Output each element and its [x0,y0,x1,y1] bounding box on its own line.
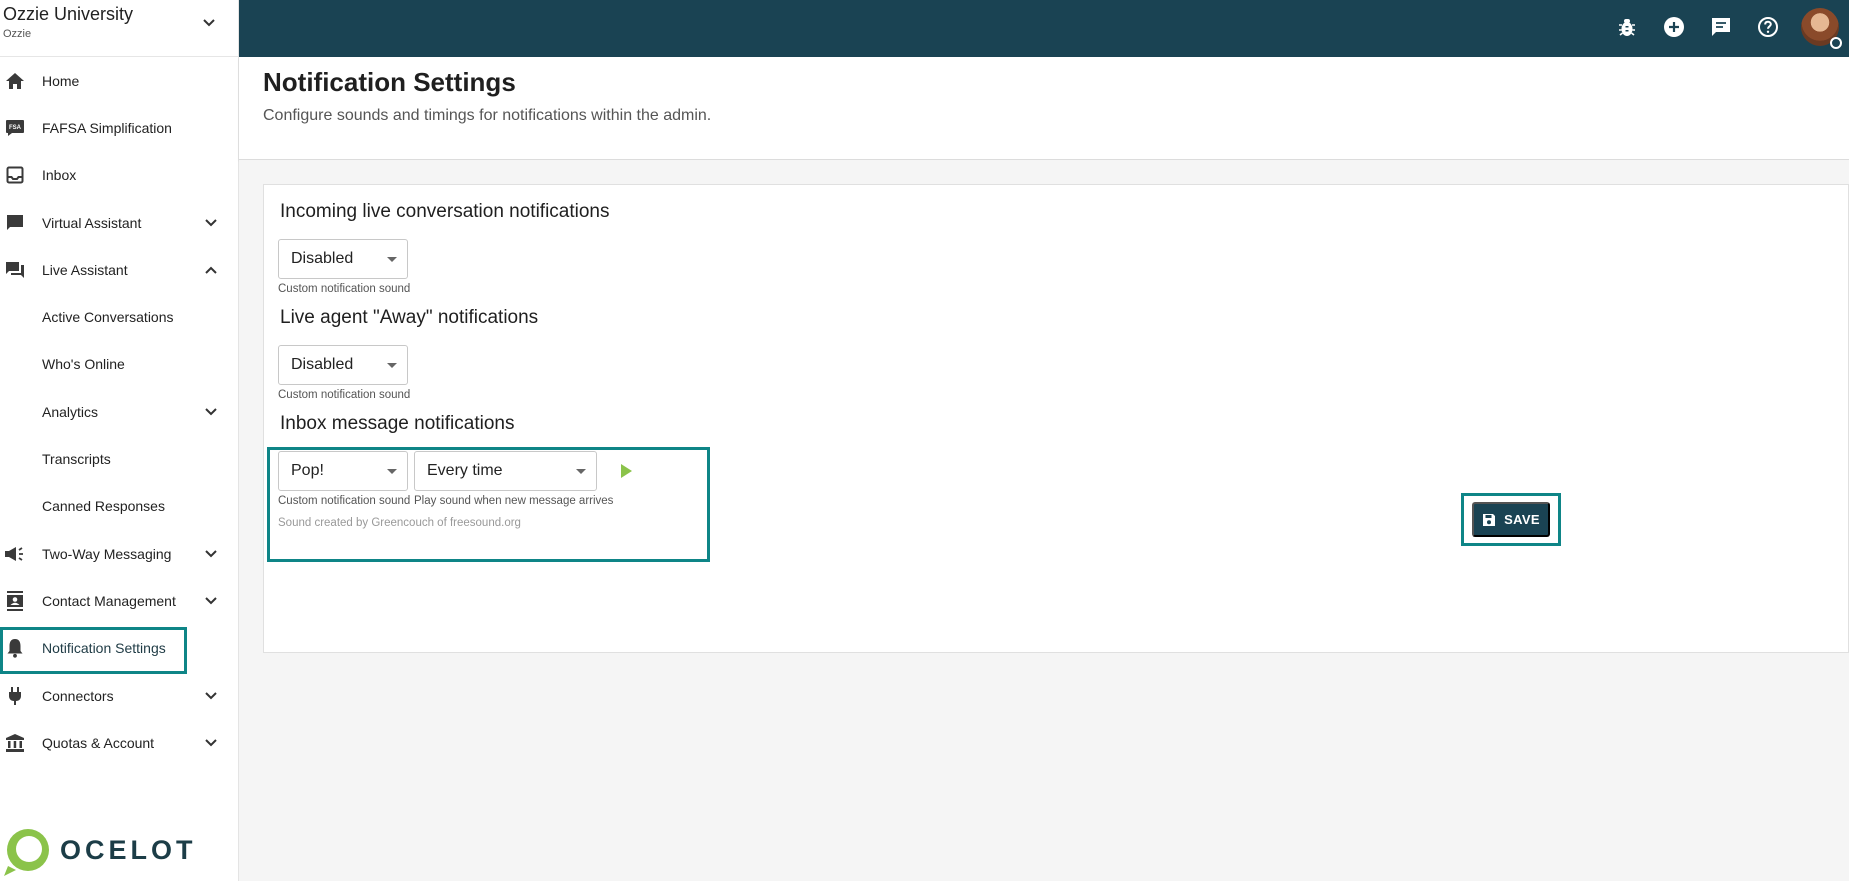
sidebar-item-notification-settings[interactable]: Notification Settings [0,625,238,672]
sidebar-item-label: Transcripts [42,451,111,468]
sidebar-item-label: Notification Settings [42,640,166,657]
sidebar-item-virtual-assistant[interactable]: Virtual Assistant [0,199,238,246]
org-sub: Ozzie [3,28,32,40]
chat-icon [4,212,26,234]
top-bar [239,0,1849,57]
chevron-down-icon[interactable] [204,596,218,606]
sidebar-item-analytics[interactable]: Analytics [0,388,238,435]
inbox-sound-helper: Custom notification sound [278,495,411,507]
sound-credit: Sound created by Greencouch of freesound… [278,517,521,529]
away-sound-helper: Custom notification sound [278,389,411,401]
sidebar-item-label: Analytics [42,403,99,420]
chevron-down-icon[interactable] [204,218,218,228]
bell-icon [4,637,26,659]
caret-down-icon [576,469,586,474]
sidebar-item-live-assistant[interactable]: Live Assistant [0,246,238,293]
chevron-down-icon[interactable] [204,738,218,748]
sidebar-item-label: Live Assistant [42,261,128,278]
sidebar-item-label: Two-Way Messaging [42,545,172,562]
home-icon [4,70,26,92]
caret-down-icon [387,363,397,368]
sidebar: Ozzie University Ozzie Home FSA FAFSA Si… [0,0,239,881]
inbox-sound-select[interactable]: Pop! [278,451,408,491]
sidebar-item-inbox[interactable]: Inbox [0,152,238,199]
save-button[interactable]: SAVE [1472,502,1550,537]
status-indicator [1830,37,1842,49]
settings-card: Incoming live conversation notifications… [263,184,1849,653]
sidebar-item-contact-management[interactable]: Contact Management [0,577,238,624]
sidebar-item-canned-responses[interactable]: Canned Responses [0,483,238,530]
sidebar-item-active-conversations[interactable]: Active Conversations [0,293,238,340]
ocelot-logo: OCELOT [2,822,197,878]
plug-icon [4,685,26,707]
sidebar-item-label: Contact Management [42,592,176,609]
sidebar-item-quotas-account[interactable]: Quotas & Account [0,719,238,766]
inbox-section-title: Inbox message notifications [280,413,515,434]
help-icon[interactable] [1755,14,1781,40]
inbox-timing-helper: Play sound when new message arrives [414,495,614,507]
megaphone-icon [4,543,26,565]
select-value: Disabled [291,250,354,267]
sidebar-item-label: Home [42,72,80,89]
save-label: SAVE [1504,512,1540,527]
bank-icon [4,732,26,754]
logo-icon [4,829,49,876]
chevron-down-icon[interactable] [202,18,216,28]
avatar[interactable] [1801,8,1842,49]
chevron-up-icon[interactable] [204,265,218,275]
main-content: Incoming live conversation notifications… [239,160,1849,881]
sidebar-item-label: Who's Online [42,356,125,373]
org-switcher[interactable]: Ozzie University Ozzie [0,0,238,57]
inbox-timing-select[interactable]: Every time [414,451,597,491]
sidebar-item-transcripts[interactable]: Transcripts [0,435,238,482]
contact-icon [4,590,26,612]
caret-down-icon [387,257,397,262]
sidebar-item-connectors[interactable]: Connectors [0,672,238,719]
logo-text: OCELOT [60,834,197,865]
select-value: Disabled [291,356,354,373]
incoming-sound-helper: Custom notification sound [278,283,411,295]
svg-text:FSA: FSA [9,125,22,131]
bug-icon[interactable] [1614,14,1640,40]
sidebar-item-label: Active Conversations [42,309,174,326]
incoming-section-title: Incoming live conversation notifications [280,201,610,222]
sidebar-item-label: FAFSA Simplification [42,119,172,136]
add-circle-icon[interactable] [1661,14,1687,40]
page-title: Notification Settings [263,67,516,97]
sidebar-item-home[interactable]: Home [0,57,238,104]
inbox-icon [4,164,26,186]
chevron-down-icon[interactable] [204,691,218,701]
incoming-sound-select[interactable]: Disabled [278,239,408,279]
caret-down-icon [387,469,397,474]
floppy-icon [1483,513,1496,526]
play-icon[interactable] [621,464,632,478]
page-header: Notification Settings Configure sounds a… [239,57,1849,160]
sidebar-item-label: Connectors [42,687,114,704]
chevron-down-icon[interactable] [204,407,218,417]
top-bar-actions [1593,8,1842,49]
sidebar-item-label: Inbox [42,167,77,184]
fsa-icon: FSA [4,117,26,139]
sidebar-item-label: Quotas & Account [42,734,155,751]
away-sound-select[interactable]: Disabled [278,345,408,385]
page-subtitle: Configure sounds and timings for notific… [263,107,712,124]
sidebar-item-fafsa[interactable]: FSA FAFSA Simplification [0,104,238,151]
sidebar-item-label: Virtual Assistant [42,214,142,231]
feedback-icon[interactable] [1708,14,1734,40]
chevron-down-icon[interactable] [204,549,218,559]
select-value: Pop! [291,462,324,479]
sidebar-nav: Home FSA FAFSA Simplification Inbox Virt… [0,57,238,766]
away-section-title: Live agent "Away" notifications [280,307,539,328]
sidebar-item-label: Canned Responses [42,498,165,515]
sidebar-item-whos-online[interactable]: Who's Online [0,341,238,388]
forum-icon [4,259,26,281]
sidebar-item-two-way-messaging[interactable]: Two-Way Messaging [0,530,238,577]
select-value: Every time [427,462,503,479]
